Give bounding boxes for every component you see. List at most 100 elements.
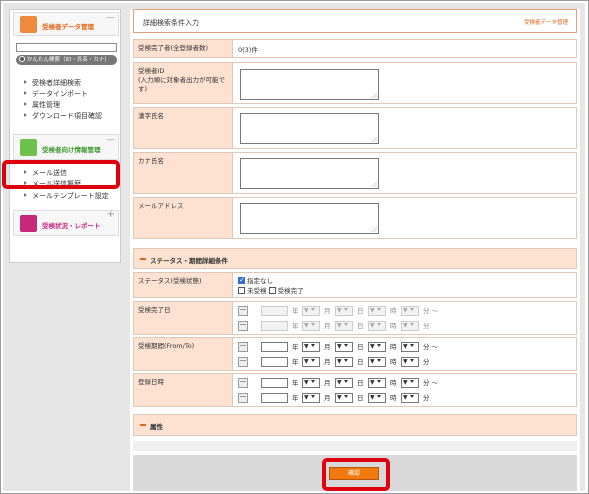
expand-icon[interactable]: +: [107, 209, 115, 220]
minute-select[interactable]: ▼: [401, 357, 419, 367]
report-icon: [20, 215, 37, 232]
arrow-icon: [24, 193, 27, 197]
minute-select[interactable]: ▼: [401, 306, 419, 316]
minute-select[interactable]: ▼: [401, 378, 419, 388]
collapse-icon[interactable]: —: [106, 13, 115, 23]
status-option-all[interactable]: 指定なし: [238, 275, 304, 286]
row-status: ステータス(受検状態) 指定なし 未受検 受検完了: [133, 272, 577, 298]
sidebar-item-label: メールテンプレート設定: [32, 192, 109, 200]
section-title: 属性: [150, 423, 163, 431]
checkbox-checked-icon[interactable]: [238, 275, 245, 285]
year-input[interactable]: [261, 321, 288, 331]
examinee-id-textarea[interactable]: [240, 69, 379, 100]
day-select[interactable]: ▼: [335, 342, 353, 352]
year-input[interactable]: [261, 393, 288, 403]
unit-label: 日: [357, 379, 364, 387]
section-title: ステータス・期間詳細条件: [150, 257, 228, 265]
page-title: 詳細検索条件入力: [143, 19, 199, 27]
hour-select[interactable]: ▼: [368, 306, 386, 316]
chevron-down-icon: ▼: [403, 343, 408, 350]
sidebar-section-header[interactable]: 受検状況・レポート +: [13, 209, 119, 236]
month-select[interactable]: ▼: [302, 378, 320, 388]
chevron-down-icon: ▼: [304, 322, 309, 329]
minute-select[interactable]: ▼: [401, 321, 419, 331]
unit-label: 日: [357, 307, 364, 315]
chevron-down-icon: ▼: [337, 358, 342, 365]
month-select[interactable]: ▼: [302, 306, 320, 316]
hour-select[interactable]: ▼: [368, 393, 386, 403]
sidebar-item-attribute-management[interactable]: 属性管理: [24, 100, 60, 110]
checkbox-icon[interactable]: [268, 287, 276, 294]
day-select[interactable]: ▼: [335, 393, 353, 403]
calendar-icon[interactable]: [238, 357, 248, 367]
collapse-icon[interactable]: —: [106, 135, 115, 145]
kanji-name-textarea[interactable]: [240, 113, 379, 144]
unit-label: 日: [357, 358, 364, 366]
quick-search-button[interactable]: かんたん検索（ID・氏名・カナ）: [16, 55, 117, 65]
calendar-icon[interactable]: [238, 378, 248, 388]
chevron-down-icon: ▼: [337, 379, 342, 386]
unit-label: 分: [423, 358, 430, 366]
year-input[interactable]: [261, 342, 288, 352]
day-select[interactable]: ▼: [335, 321, 353, 331]
sidebar-section-header[interactable]: 受検者データ管理 —: [13, 12, 119, 36]
chevron-down-icon: ▼: [304, 343, 309, 350]
hour-select[interactable]: ▼: [368, 378, 386, 388]
row-kanji-name: 漢字氏名: [133, 107, 577, 149]
minute-select[interactable]: ▼: [401, 393, 419, 403]
day-select[interactable]: ▼: [335, 306, 353, 316]
chevron-down-icon: ▼: [304, 379, 309, 386]
status-option-not-taken[interactable]: 未受検: [238, 287, 267, 295]
sidebar: 受検者データ管理 — かんたん検索（ID・氏名・カナ） 受検者詳細検索 データイ…: [9, 9, 121, 263]
calendar-icon[interactable]: [238, 306, 248, 316]
unit-label: 月: [324, 358, 331, 366]
chevron-down-icon: ▼: [304, 307, 309, 314]
row-examinee-id: 受検者ID (入力順に対象者出力が可能です): [133, 62, 577, 104]
unit-label: 時: [390, 322, 397, 330]
calendar-icon[interactable]: [238, 342, 248, 352]
row-email: メールアドレス: [133, 197, 577, 239]
row-registration-date: 登録日時 年 ▼ 月 ▼ 日 ▼ 時 ▼ 分 〜 年 ▼ 月 ▼ 日 ▼ 時 ▼…: [133, 373, 577, 407]
year-input[interactable]: [261, 306, 288, 316]
search-button-label: かんたん検索（ID・氏名・カナ）: [27, 57, 110, 63]
email-textarea[interactable]: [240, 203, 379, 234]
row-label: 受検完了日: [134, 302, 233, 334]
month-select[interactable]: ▼: [302, 342, 320, 352]
sidebar-item-label: 属性管理: [32, 101, 60, 109]
checkbox-icon[interactable]: [238, 287, 245, 294]
unit-label: 年: [292, 358, 299, 366]
sidebar-section-header[interactable]: 受検者向け情報管理 —: [13, 134, 119, 160]
month-select[interactable]: ▼: [302, 393, 320, 403]
minute-select[interactable]: ▼: [401, 342, 419, 352]
section-title: 受検者向け情報管理: [42, 146, 101, 154]
status-option-completed[interactable]: 受検完了: [268, 287, 304, 295]
section-status-period[interactable]: ステータス・期間詳細条件: [133, 248, 577, 269]
unit-label: 年: [292, 343, 299, 351]
unit-label: 月: [324, 379, 331, 387]
sidebar-item-detail-search[interactable]: 受検者詳細検索: [24, 78, 81, 88]
row-label: カナ氏名: [134, 153, 233, 193]
chevron-down-icon: ▼: [403, 379, 408, 386]
day-select[interactable]: ▼: [335, 357, 353, 367]
day-select[interactable]: ▼: [335, 378, 353, 388]
month-select[interactable]: ▼: [302, 321, 320, 331]
quick-search-input[interactable]: [16, 43, 117, 52]
hour-select[interactable]: ▼: [368, 357, 386, 367]
row-label: 受検完了者(全登録者数): [134, 40, 233, 57]
section-attributes[interactable]: 属性: [133, 414, 577, 436]
calendar-icon[interactable]: [238, 321, 248, 331]
kana-name-textarea[interactable]: [240, 158, 379, 189]
hour-select[interactable]: ▼: [368, 342, 386, 352]
attributes-body: [133, 441, 577, 451]
hour-select[interactable]: ▼: [368, 321, 386, 331]
year-input[interactable]: [261, 357, 288, 367]
month-select[interactable]: ▼: [302, 357, 320, 367]
year-input[interactable]: [261, 378, 288, 388]
unit-label: 年: [292, 379, 299, 387]
sidebar-item-download-fields[interactable]: ダウンロード項目確認: [24, 111, 102, 121]
section-title: 受検者データ管理: [42, 23, 94, 31]
sidebar-item-mail-templates[interactable]: メールテンプレート設定: [24, 191, 109, 201]
calendar-icon[interactable]: [238, 393, 248, 403]
sidebar-item-data-import[interactable]: データインポート: [24, 89, 88, 99]
unit-label: 月: [324, 307, 331, 315]
